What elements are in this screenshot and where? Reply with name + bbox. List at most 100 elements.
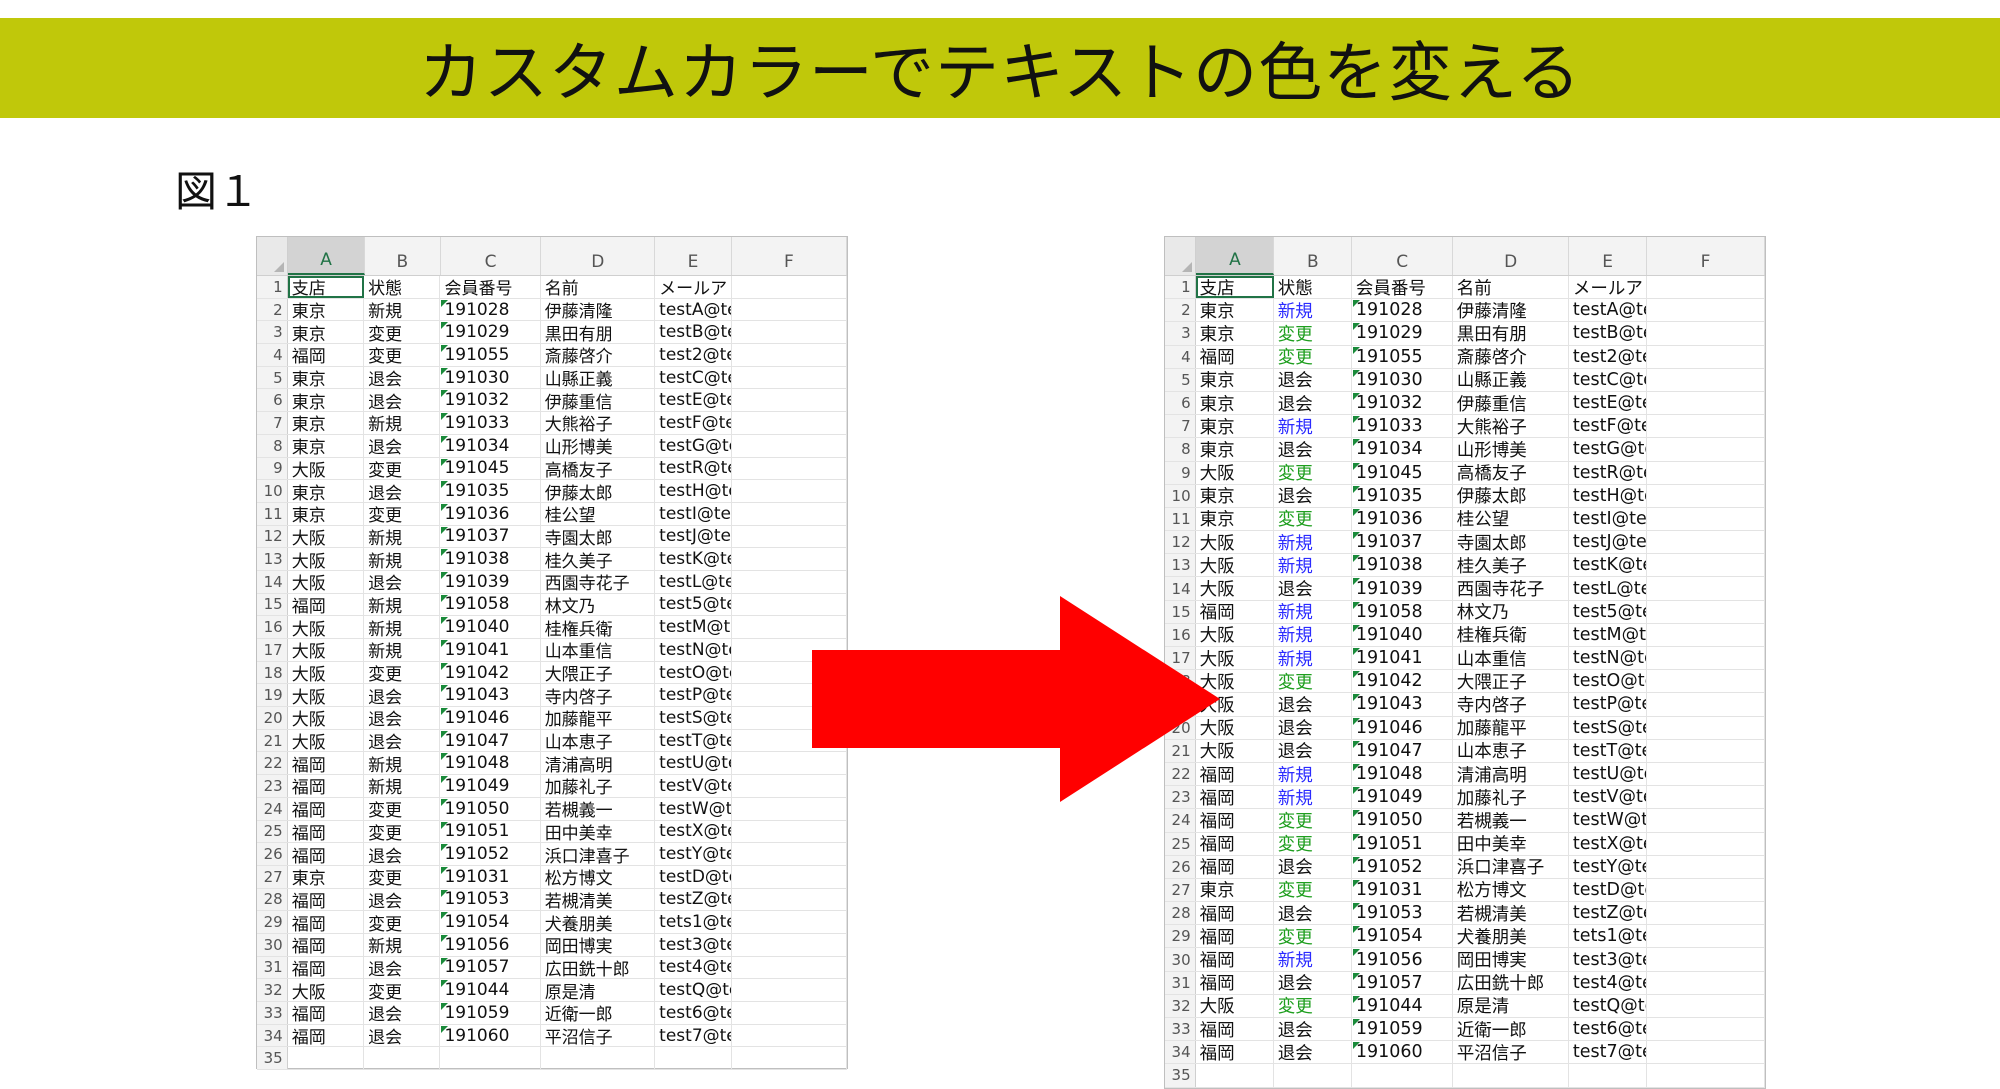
cell-d22[interactable]: 清浦高明 [1453, 762, 1569, 786]
cell-b32[interactable]: 変更 [1274, 994, 1352, 1017]
cell-f30[interactable] [732, 933, 847, 956]
cell-b35[interactable] [364, 1047, 441, 1070]
cell-b30[interactable]: 新規 [1274, 948, 1352, 971]
row-number[interactable]: 1 [257, 276, 288, 298]
row-number[interactable]: 17 [257, 639, 288, 661]
cell-d27[interactable]: 松方博文 [541, 865, 656, 888]
cell-f32[interactable] [1647, 994, 1766, 1017]
cell-f17[interactable] [1647, 647, 1766, 670]
row-number[interactable]: 15 [257, 593, 288, 616]
cell-a4[interactable]: 福岡 [288, 344, 365, 366]
cell-a6[interactable]: 東京 [288, 389, 365, 412]
cell-e5[interactable]: testC@test.com [655, 366, 732, 389]
cell-b31[interactable]: 退会 [1274, 971, 1352, 994]
row-number[interactable]: 12 [257, 525, 288, 548]
cell-d33[interactable]: 近衛一郎 [1453, 1018, 1569, 1041]
cell-f24[interactable] [1647, 809, 1766, 832]
cell-c2[interactable]: 191028 [1352, 299, 1453, 322]
cell-b27[interactable]: 変更 [1274, 878, 1352, 902]
cell-f4[interactable] [1647, 345, 1766, 368]
cell-e27[interactable]: testD@test.com [1569, 878, 1648, 902]
row-number[interactable]: 28 [1165, 902, 1196, 925]
column-header-a[interactable]: A [1196, 237, 1275, 275]
cell-e23[interactable]: testV@test.com [1569, 786, 1648, 809]
row-number[interactable]: 25 [1165, 832, 1196, 855]
cell-b3[interactable]: 変更 [364, 321, 441, 344]
cell-f33[interactable] [1647, 1018, 1766, 1041]
cell-f3[interactable] [732, 321, 847, 344]
column-header-c[interactable]: C [441, 237, 542, 275]
cell-c22[interactable]: 191048 [440, 752, 541, 775]
cell-a25[interactable]: 福岡 [288, 820, 365, 843]
cell-c29[interactable]: 191054 [440, 911, 541, 933]
cell-b29[interactable]: 変更 [364, 911, 441, 933]
cell-e19[interactable]: testP@test.com [1569, 693, 1648, 716]
cell-e28[interactable]: testZ@test.com [1569, 902, 1648, 925]
cell-f12[interactable] [1647, 531, 1766, 554]
cell-b13[interactable]: 新規 [1274, 554, 1352, 577]
cell-c9[interactable]: 191045 [440, 457, 541, 480]
cell-e9[interactable]: testR@test.com [1569, 461, 1648, 484]
cell-e15[interactable]: test5@test.com [655, 593, 732, 616]
cell-d34[interactable]: 平沼信子 [1453, 1041, 1569, 1064]
cell-b25[interactable]: 変更 [364, 820, 441, 843]
cell-e17[interactable]: testN@test.com [655, 639, 732, 661]
cell-f25[interactable] [1647, 832, 1766, 855]
cell-e6[interactable]: testE@test.com [1569, 391, 1648, 415]
cell-b22[interactable]: 新規 [1274, 762, 1352, 786]
cell-b12[interactable]: 新規 [1274, 531, 1352, 554]
cell-c19[interactable]: 191043 [440, 684, 541, 707]
cell-a27[interactable]: 東京 [1196, 878, 1274, 902]
cell-a2[interactable]: 東京 [1196, 299, 1274, 322]
cell-e7[interactable]: testF@test.com [655, 412, 732, 434]
cell-c10[interactable]: 191035 [440, 480, 541, 502]
cell-a23[interactable]: 福岡 [288, 775, 365, 797]
cell-c3[interactable]: 191029 [440, 321, 541, 344]
cell-f26[interactable] [1647, 855, 1766, 878]
cell-b14[interactable]: 退会 [1274, 577, 1352, 600]
cell-f29[interactable] [732, 911, 847, 933]
cell-a6[interactable]: 東京 [1196, 391, 1274, 415]
row-number[interactable]: 35 [1165, 1064, 1196, 1087]
cell-e1[interactable]: メールアドレス [1569, 276, 1648, 299]
cell-b26[interactable]: 退会 [364, 843, 441, 865]
cell-a2[interactable]: 東京 [288, 298, 365, 321]
cell-f2[interactable] [1647, 299, 1766, 322]
cell-d29[interactable]: 犬養朋美 [1453, 925, 1569, 948]
cell-f5[interactable] [1647, 368, 1766, 391]
cell-a25[interactable]: 福岡 [1196, 832, 1274, 855]
cell-f35[interactable] [1647, 1064, 1766, 1087]
cell-b8[interactable]: 退会 [364, 434, 441, 457]
row-number[interactable]: 19 [257, 684, 288, 707]
cell-e4[interactable]: test2@test.com [655, 344, 732, 366]
cell-a3[interactable]: 東京 [1196, 322, 1274, 345]
cell-f15[interactable] [1647, 600, 1766, 623]
cell-c17[interactable]: 191041 [1352, 647, 1453, 670]
cell-c19[interactable]: 191043 [1352, 693, 1453, 716]
cell-f12[interactable] [732, 525, 847, 548]
cell-a26[interactable]: 福岡 [1196, 855, 1274, 878]
cell-a31[interactable]: 福岡 [1196, 971, 1274, 994]
cell-d13[interactable]: 桂久美子 [1453, 554, 1569, 577]
cell-e31[interactable]: test4@test.com [655, 956, 732, 979]
cell-c13[interactable]: 191038 [440, 548, 541, 570]
cell-c12[interactable]: 191037 [440, 525, 541, 548]
cell-e1[interactable]: メールアドレス [655, 276, 732, 298]
cell-b16[interactable]: 新規 [1274, 623, 1352, 646]
cell-c34[interactable]: 191060 [1352, 1041, 1453, 1064]
cell-d19[interactable]: 寺内啓子 [541, 684, 656, 707]
cell-b17[interactable]: 新規 [364, 639, 441, 661]
cell-c15[interactable]: 191058 [440, 593, 541, 616]
row-number[interactable]: 11 [257, 502, 288, 525]
cell-a13[interactable]: 大阪 [288, 548, 365, 570]
row-number[interactable]: 33 [257, 1002, 288, 1024]
cell-e13[interactable]: testK@test.com [655, 548, 732, 570]
cell-c7[interactable]: 191033 [1352, 415, 1453, 438]
cell-a10[interactable]: 東京 [288, 480, 365, 502]
cell-c16[interactable]: 191040 [1352, 623, 1453, 646]
cell-b6[interactable]: 退会 [1274, 391, 1352, 415]
cell-c20[interactable]: 191046 [440, 707, 541, 729]
row-number[interactable]: 32 [257, 979, 288, 1001]
cell-d15[interactable]: 林文乃 [541, 593, 656, 616]
cell-d9[interactable]: 高橋友子 [541, 457, 656, 480]
